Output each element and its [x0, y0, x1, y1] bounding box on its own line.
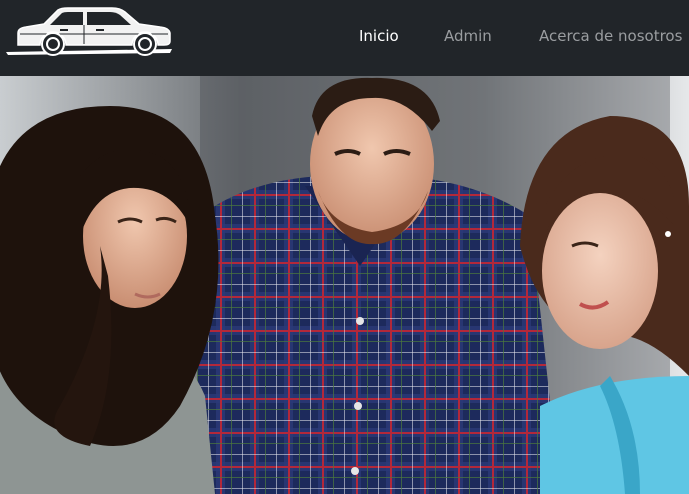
car-logo-icon[interactable] [4, 3, 176, 57]
hero-image [0, 76, 689, 494]
navbar: Inicio Admin Acerca de nosotros [0, 0, 689, 76]
nav-link-inicio[interactable]: Inicio [359, 26, 399, 46]
nav-link-acerca[interactable]: Acerca de nosotros [539, 26, 682, 46]
nav-link-admin[interactable]: Admin [444, 26, 492, 46]
